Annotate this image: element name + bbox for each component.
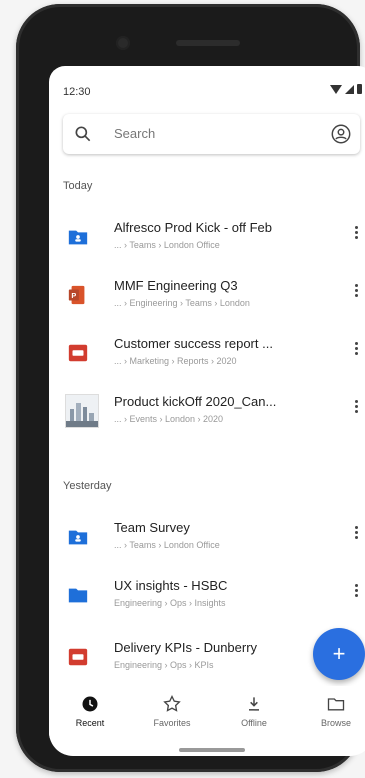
account-icon[interactable]: [330, 123, 352, 145]
more-options-icon[interactable]: [352, 224, 360, 244]
folder-outline-icon: [327, 698, 345, 711]
nav-offline[interactable]: Offline: [219, 694, 289, 728]
nav-label: Offline: [241, 718, 267, 728]
nav-label: Browse: [320, 718, 351, 728]
nav-label: Recent: [75, 718, 105, 728]
folder-shared-icon: [68, 230, 88, 245]
file-title: Customer success report ...: [114, 336, 273, 351]
earpiece-speaker: [176, 40, 240, 46]
more-options-icon[interactable]: [352, 582, 360, 602]
add-fab-button[interactable]: +: [313, 628, 365, 680]
nav-label: Favorites: [153, 718, 191, 728]
file-path: Engineering › Ops › Insights: [114, 598, 226, 608]
file-title: Product kickOff 2020_Can...: [114, 394, 277, 409]
section-today-label: Today: [63, 180, 93, 192]
file-title: UX insights - HSBC: [114, 578, 228, 593]
list-item[interactable]: Product kickOff 2020_Can... ... › Events…: [49, 386, 365, 442]
nav-browse[interactable]: Browse: [301, 694, 365, 728]
file-path: ... › Events › London › 2020: [114, 414, 224, 424]
bottom-navigation: Recent Favorites Offline Browse: [49, 686, 365, 738]
file-path: ... › Teams › London Office: [114, 240, 220, 250]
download-icon: [249, 697, 259, 711]
more-options-icon[interactable]: [352, 282, 360, 302]
list-item[interactable]: P MMF Engineering Q3 ... › Engineering ›…: [49, 270, 365, 326]
list-item[interactable]: Alfresco Prod Kick - off Feb ... › Teams…: [49, 212, 365, 268]
folder-icon: [68, 588, 88, 603]
presentation-icon: [68, 648, 88, 666]
more-options-icon[interactable]: [352, 524, 360, 544]
file-path: ... › Marketing › Reports › 2020: [114, 356, 237, 366]
status-icons: [330, 84, 362, 94]
file-path: Engineering › Ops › KPIs: [114, 660, 214, 670]
search-icon[interactable]: [73, 124, 93, 144]
list-item[interactable]: Customer success report ... ... › Market…: [49, 328, 365, 384]
image-thumbnail: [65, 394, 99, 428]
gesture-bar[interactable]: [179, 748, 245, 752]
file-title: Team Survey: [114, 520, 190, 535]
phone-frame: 12:30 Search Today Alfresco Prod Kick - …: [16, 4, 365, 772]
file-title: MMF Engineering Q3: [114, 278, 238, 293]
nav-recent[interactable]: Recent: [55, 694, 125, 728]
file-path: ... › Teams › London Office: [114, 540, 220, 550]
search-input[interactable]: Search: [114, 126, 155, 141]
list-item[interactable]: UX insights - HSBC Engineering › Ops › I…: [49, 570, 365, 626]
front-camera: [116, 36, 130, 50]
search-bar[interactable]: Search: [63, 114, 360, 154]
clock-icon: [82, 696, 98, 712]
presentation-icon: [68, 344, 88, 362]
signal-icon: [345, 85, 354, 94]
folder-shared-icon: [68, 530, 88, 545]
powerpoint-icon: P: [68, 285, 85, 305]
battery-icon: [357, 84, 362, 94]
more-options-icon[interactable]: [352, 340, 360, 360]
wifi-icon: [330, 85, 342, 94]
file-path: ... › Engineering › Teams › London: [114, 298, 250, 308]
nav-favorites[interactable]: Favorites: [137, 694, 207, 728]
app-screen: 12:30 Search Today Alfresco Prod Kick - …: [49, 66, 365, 756]
star-icon: [163, 694, 181, 712]
section-yesterday-label: Yesterday: [63, 480, 112, 492]
file-title: Delivery KPIs - Dunberry: [114, 640, 258, 655]
status-time: 12:30: [63, 86, 91, 98]
file-title: Alfresco Prod Kick - off Feb: [114, 220, 272, 235]
list-item[interactable]: Team Survey ... › Teams › London Office: [49, 512, 365, 568]
status-bar: 12:30: [49, 66, 365, 106]
more-options-icon[interactable]: [352, 398, 360, 418]
svg-text:P: P: [71, 291, 76, 300]
